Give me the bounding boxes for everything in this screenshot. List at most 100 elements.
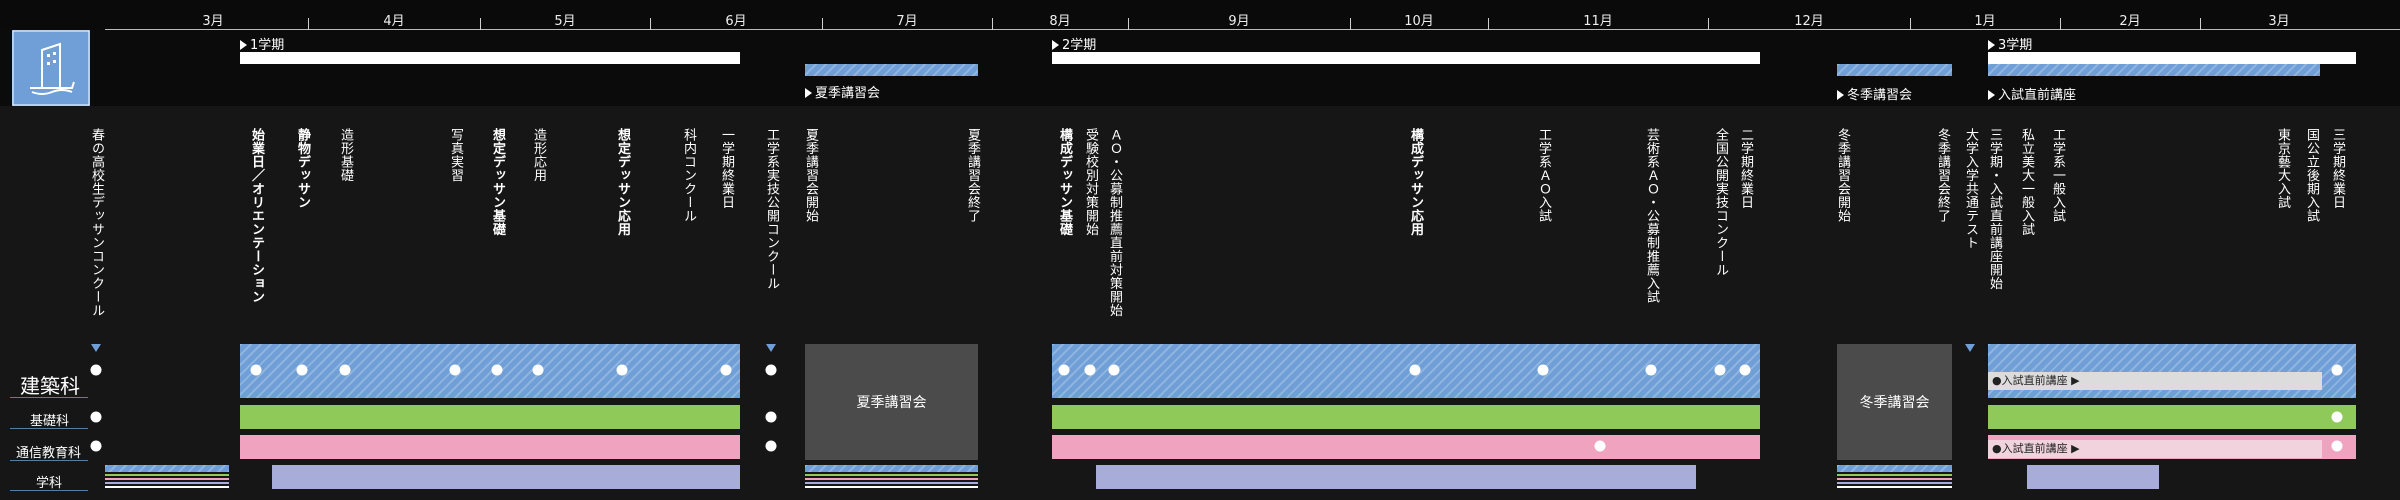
event-dot (765, 411, 777, 423)
event-dot (765, 440, 777, 452)
event-label: 工学系ＡＯ入試 (1536, 128, 1551, 223)
event-marker: 国公立後期入試 (2299, 128, 2323, 352)
summer-label: 夏季講習会 (805, 82, 880, 101)
event-marker: 私立美大一般入試 (2014, 128, 2038, 352)
row-label-basic: 基礎科 (30, 414, 70, 429)
event-dot (90, 411, 102, 423)
event-dot (1714, 364, 1726, 376)
event-label: 国公立後期入試 (2304, 128, 2319, 223)
event-label: 造形応用 (531, 128, 546, 182)
event-label: 工学系実技公開コンクール (764, 128, 779, 290)
event-label: 大学入学共通テスト (1963, 128, 1978, 250)
row-underline (10, 460, 88, 461)
event-marker: 構成デッサン基礎 (1052, 128, 1076, 352)
row-underline (10, 428, 88, 429)
break-stripe (1837, 478, 1952, 480)
month-label: 9月 (1228, 14, 1250, 29)
event-dot (90, 440, 102, 452)
break-stripe (805, 486, 978, 488)
event-dot (2331, 440, 2343, 452)
event-label: 二学期終業日 (1738, 128, 1753, 209)
term3-label: 3学期 (1988, 34, 2032, 53)
month-tick (1128, 18, 1129, 30)
event-label: 科内コンクール (681, 128, 696, 223)
event-label: 写真実習 (448, 128, 463, 182)
event-dot (1409, 364, 1421, 376)
break-stripe (1837, 474, 1952, 476)
event-label: 春の高校生デッサンコンクール (89, 128, 104, 317)
month-label: 12月 (1794, 14, 1824, 29)
architecture-exam-prep-pill: ●入試直前講座 ▶ (1988, 372, 2322, 390)
event-marker: 始業日／オリエンテーション (244, 128, 268, 352)
event-dot (1058, 364, 1070, 376)
academic-term3-bar (2027, 465, 2159, 489)
event-label: 冬季講習会終了 (1935, 128, 1950, 223)
month-label: 7月 (896, 14, 918, 29)
event-dot (250, 364, 262, 376)
event-marker: 工学系ＡＯ入試 (1531, 128, 1555, 352)
event-marker: 写真実習 (443, 128, 467, 352)
event-dot (1739, 364, 1751, 376)
break-stripe (105, 474, 229, 476)
event-label: 想定デッサン応用 (615, 128, 630, 236)
event-label: 受験校別対策開始 (1083, 128, 1098, 236)
event-marker: 一学期終業日 (714, 128, 738, 352)
event-marker: 工学系実技公開コンクール (759, 128, 783, 352)
event-marker: 科内コンクール (676, 128, 700, 352)
event-dot (339, 364, 351, 376)
event-marker: 造形基礎 (333, 128, 357, 352)
exam-prep-label: 入試直前講座 (1988, 84, 2076, 103)
summer-session-block: 夏季講習会 (805, 344, 978, 460)
event-dot (1537, 364, 1549, 376)
term2-bar (1052, 52, 1760, 64)
triangle-right-icon (1988, 90, 1995, 100)
break-stripe (105, 486, 229, 488)
month-label: 1月 (1974, 14, 1996, 29)
triangle-right-icon (805, 88, 812, 98)
event-dot (2331, 411, 2343, 423)
break-stripe (1837, 482, 1952, 484)
event-marker: 夏季講習会開始 (798, 128, 822, 352)
event-label: 一学期終業日 (719, 128, 734, 209)
term1-bar (240, 52, 740, 64)
month-label: 5月 (554, 14, 576, 29)
month-label: 2月 (2119, 14, 2141, 29)
basic-term1-bar (240, 405, 740, 429)
break-stripe (1837, 486, 1952, 488)
event-dot (296, 364, 308, 376)
event-marker: 受験校別対策開始 (1078, 128, 1102, 352)
event-label: 東京藝大入試 (2275, 128, 2290, 209)
event-label: 想定デッサン基礎 (490, 128, 505, 236)
event-dot (532, 364, 544, 376)
month-label: 11月 (1583, 14, 1613, 29)
row-label-distance: 通信教育科 (16, 446, 82, 461)
row-label-academic: 学科 (36, 476, 63, 491)
academic-term2-bar (1096, 465, 1696, 489)
break-hatch-strip (1837, 465, 1952, 472)
event-dot (1645, 364, 1657, 376)
event-marker: ＡＯ・公募制推薦直前対策開始 (1102, 128, 1126, 352)
row-label-architecture: 建築科 (20, 374, 80, 398)
event-marker: 想定デッサン基礎 (485, 128, 509, 352)
event-marker: 想定デッサン応用 (610, 128, 634, 352)
exam-prep-term-bar (1988, 64, 2320, 76)
row-underline (10, 490, 88, 491)
event-marker: 東京藝大入試 (2270, 128, 2294, 352)
month-tick (822, 18, 823, 30)
month-label: 8月 (1049, 14, 1071, 29)
event-marker: 大学入学共通テスト (1958, 128, 1982, 352)
triangle-right-icon (1052, 40, 1059, 50)
month-tick (1708, 18, 1709, 30)
event-dot (491, 364, 503, 376)
triangle-right-icon (1837, 90, 1844, 100)
event-marker: 工学系一般入試 (2045, 128, 2069, 352)
event-dot (2331, 364, 2343, 376)
event-label: 構成デッサン基礎 (1057, 128, 1072, 236)
event-label: ＡＯ・公募制推薦直前対策開始 (1107, 128, 1122, 317)
month-tick (2060, 18, 2061, 30)
term2-label: 2学期 (1052, 34, 1096, 53)
event-dot (1084, 364, 1096, 376)
event-marker: 造形応用 (526, 128, 550, 352)
event-marker: 芸術系ＡＯ・公募制推薦入試 (1639, 128, 1663, 352)
row-underline (10, 397, 88, 398)
